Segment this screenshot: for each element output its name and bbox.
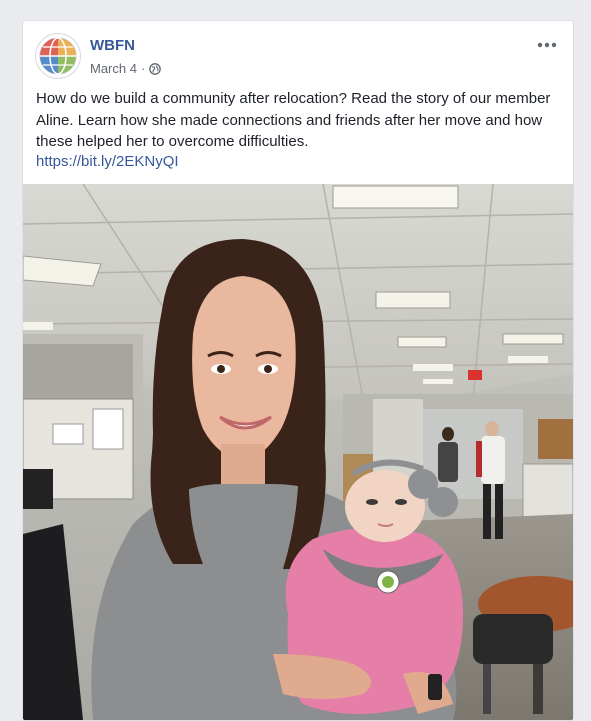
post-header: WBFN March 4 ·	[35, 33, 561, 81]
post-link[interactable]: https://bit.ly/2EKNyQI	[36, 153, 179, 170]
post-date[interactable]: March 4	[90, 61, 137, 76]
photo-illustration	[23, 184, 573, 720]
post-meta: March 4 ·	[90, 61, 162, 76]
post-card: WBFN March 4 · How do we build a communi…	[22, 20, 574, 721]
page-avatar[interactable]	[35, 33, 81, 79]
wbfn-logo-icon	[39, 37, 77, 75]
globe-icon[interactable]	[149, 62, 162, 75]
meta-separator: ·	[140, 61, 146, 76]
post-photo[interactable]	[23, 184, 573, 720]
more-options-icon[interactable]	[533, 35, 561, 55]
page-name-link[interactable]: WBFN	[90, 37, 135, 54]
post-text: How do we build a community after reloca…	[36, 90, 551, 150]
